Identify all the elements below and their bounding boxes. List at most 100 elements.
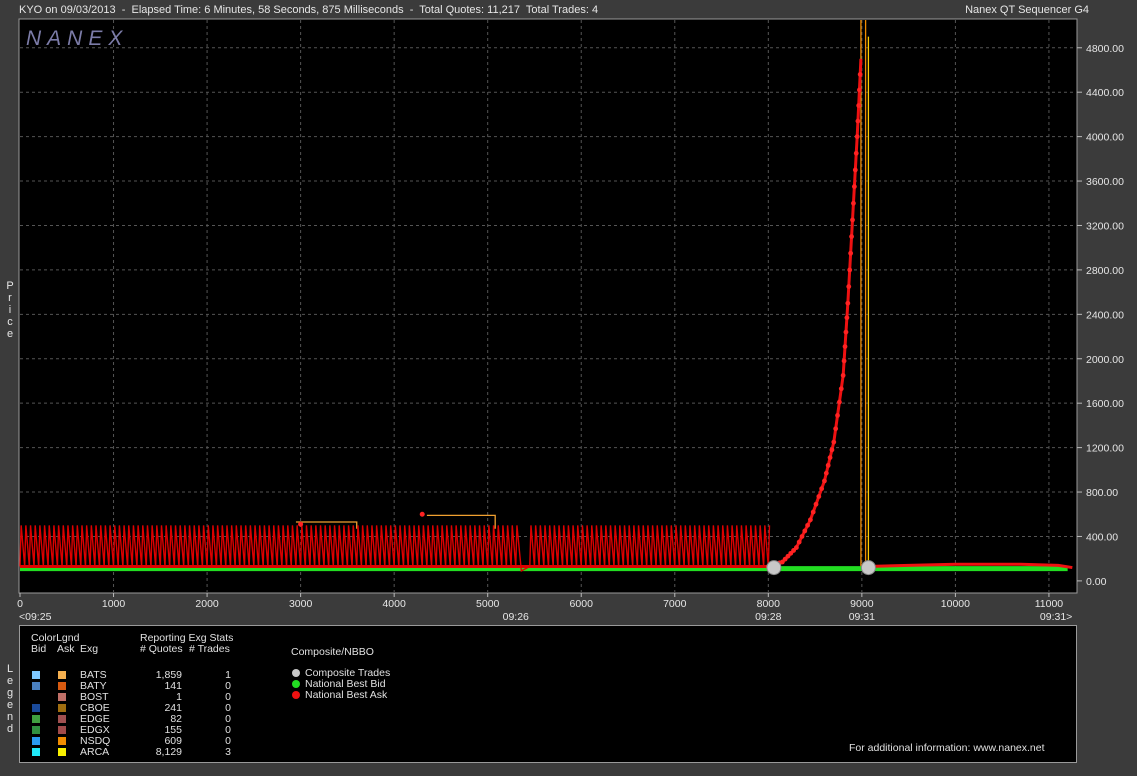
- x-tick-label: 5000: [476, 598, 500, 610]
- ask-ramp-marker: [796, 539, 802, 545]
- ask-ramp-marker: [843, 329, 849, 335]
- trades-column-header: # Trades: [189, 643, 230, 655]
- x-axis: 0 1000 2000 3000 4000 5000 6000 7000 8000 9000 100…: [17, 593, 1072, 623]
- ask-ramp-marker: [816, 494, 822, 499]
- y-tick-label: 4400.00: [1086, 87, 1124, 99]
- bid-color-swatch: [32, 715, 40, 723]
- composite-trade-marker: [860, 560, 876, 576]
- ask-ramp-marker: [822, 478, 827, 484]
- y-tick-label: 0.00: [1086, 576, 1107, 588]
- ask-color-swatch: [58, 671, 66, 679]
- ask-ramp-marker: [851, 184, 857, 190]
- ask-color-swatch: [58, 693, 66, 701]
- ask-ramp-marker: [808, 517, 813, 523]
- ask-ramp-marker: [805, 522, 811, 528]
- ask-ramp-marker: [852, 167, 858, 173]
- plot-area: [18, 18, 1078, 594]
- ask-ramp-marker: [842, 344, 848, 349]
- ask-ramp-marker: [846, 284, 852, 289]
- composite-title: Composite/NBBO: [291, 646, 374, 658]
- ask-color-swatch: [58, 704, 66, 712]
- exchange-name: ARCA: [80, 746, 110, 758]
- ask-ramp-marker: [823, 470, 829, 476]
- footer-info: For additional information: www.nanex.ne…: [849, 742, 1045, 754]
- ask-spike-marker: [298, 521, 304, 527]
- legend-side-label: Legend: [6, 663, 14, 735]
- x-tick-label: 1000: [102, 598, 126, 610]
- ask-ramp-marker: [793, 545, 799, 550]
- ask-ramp-marker: [857, 87, 862, 93]
- time-label: 09:28: [755, 611, 781, 623]
- quotes-column-header: # Quotes: [140, 643, 183, 655]
- x-tick-label: 9000: [850, 598, 874, 610]
- ask-color-swatch: [58, 737, 66, 745]
- composite-marker-icon: [292, 680, 300, 688]
- ask-ramp-marker: [851, 200, 856, 206]
- ask-ramp-marker: [856, 103, 862, 108]
- composite-marker-icon: [292, 691, 300, 699]
- x-tick-label: 11000: [1035, 598, 1064, 610]
- time-label: 09:26: [503, 611, 529, 623]
- y-tick-label: 4000.00: [1086, 132, 1124, 144]
- x-tick-label: 4000: [382, 598, 406, 610]
- ask-ramp-marker: [853, 150, 859, 156]
- ask-ramp-marker: [855, 118, 861, 124]
- ask-ramp-marker: [857, 72, 863, 77]
- ask-ramp-marker: [841, 358, 847, 364]
- ask-ramp-marker: [831, 439, 837, 445]
- ask-ramp-marker: [825, 462, 831, 468]
- x-tick-label: 2000: [195, 598, 219, 610]
- ask-ramp-marker: [837, 399, 842, 405]
- y-tick-label: 4800.00: [1086, 43, 1124, 55]
- ask-ramp-marker: [838, 386, 844, 392]
- ask-ramp-marker: [844, 315, 850, 321]
- exg-column-header: Exg: [80, 643, 99, 655]
- ask-ramp-marker: [799, 534, 805, 539]
- ask-color-swatch: [58, 682, 66, 690]
- price-chart: NANEX 0 1000 2000 3000 4000 5000 6000 7000 8000 9…: [17, 18, 1124, 623]
- ask-spike-marker: [419, 511, 425, 517]
- bid-color-swatch: [32, 726, 40, 734]
- ask-ramp-marker: [819, 486, 825, 492]
- y-tick-label: 3600.00: [1086, 176, 1124, 188]
- y-tick-label: 400.00: [1086, 531, 1118, 543]
- y-tick-label: 1600.00: [1086, 398, 1124, 410]
- x-tick-label: 6000: [570, 598, 594, 610]
- y-tick-label: 2000.00: [1086, 354, 1124, 366]
- bid-color-swatch: [32, 671, 40, 679]
- ask-ramp-marker: [849, 234, 854, 239]
- ask-ramp-marker: [833, 426, 839, 432]
- time-label: 09:31: [849, 611, 875, 623]
- exchange-quote-count: 8,129: [155, 746, 182, 758]
- composite-item-label: National Best Ask: [305, 689, 388, 701]
- exchange-trade-count: 3: [225, 746, 231, 758]
- y-axis: 0.00 400.00 800.00 1200.00 1600.00 2000.00 240…: [1077, 43, 1124, 588]
- ask-ramp-marker: [829, 447, 835, 453]
- ask-ramp-marker: [813, 501, 819, 507]
- x-tick-label: 0: [17, 598, 23, 610]
- composite-trade-marker: [766, 560, 782, 576]
- ask-ramp-marker: [835, 413, 840, 418]
- ask-color-swatch: [58, 715, 66, 723]
- bid-color-swatch: [32, 748, 40, 756]
- ask-ramp-marker: [850, 217, 855, 223]
- x-tick-label: 8000: [757, 598, 781, 610]
- x-tick-label: 7000: [663, 598, 687, 610]
- ask-ramp-marker: [840, 373, 846, 378]
- bid-color-swatch: [32, 682, 40, 690]
- ask-ramp-marker: [854, 134, 860, 140]
- ask-color-swatch: [58, 748, 66, 756]
- ask-column-header: Ask: [57, 643, 75, 655]
- bid-color-swatch: [32, 693, 40, 701]
- ask-ramp-marker: [810, 509, 816, 515]
- ask-ramp-marker: [848, 250, 854, 256]
- y-tick-label: 2400.00: [1086, 309, 1124, 321]
- y-tick-label: 800.00: [1086, 487, 1118, 499]
- x-tick-label: 3000: [289, 598, 313, 610]
- ask-ramp-marker: [847, 267, 853, 273]
- bid-color-swatch: [32, 704, 40, 712]
- bid-color-swatch: [32, 737, 40, 745]
- y-tick-label: 2800.00: [1086, 265, 1124, 277]
- watermark: NANEX: [26, 27, 128, 50]
- ask-ramp-marker: [845, 300, 851, 306]
